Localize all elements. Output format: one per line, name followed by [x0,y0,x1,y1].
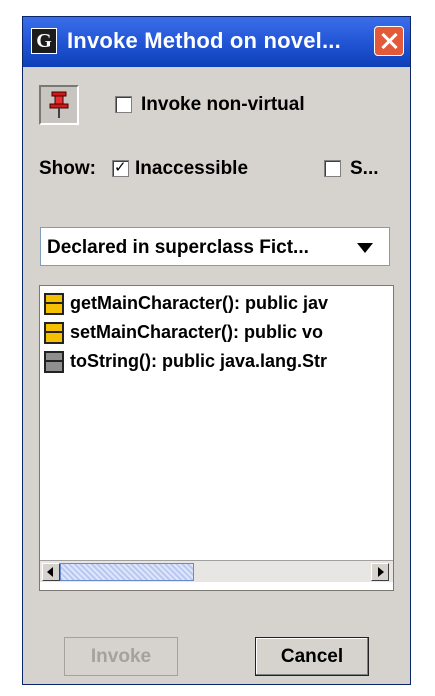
horizontal-scrollbar[interactable] [40,560,393,582]
method-gray-icon [44,351,64,373]
method-yellow-icon [44,322,64,344]
method-signature: toString(): public java.lang.Str [70,351,328,371]
invoke-nonvirtual-checkbox[interactable] [115,96,132,113]
filter-dropdown[interactable]: Declared in superclass Fict... [40,227,390,266]
cancel-button[interactable]: Cancel [255,637,369,676]
scroll-left-button[interactable] [42,563,60,581]
filter-selected-value: Declared in superclass Fict... [47,237,309,258]
pin-button[interactable] [39,85,79,125]
method-yellow-icon [44,293,64,315]
method-signature: setMainCharacter(): public vo [70,322,324,342]
inaccessible-checkbox[interactable]: ✓ [112,159,129,177]
show-label: Show: [39,158,96,179]
window-title: Invoke Method on novel... [67,28,341,53]
method-list[interactable]: getMainCharacter(): public jav setMainCh… [39,285,394,591]
scroll-thumb[interactable] [60,563,194,581]
static-label: S... [350,158,379,179]
title-bar[interactable]: G Invoke Method on novel... [23,17,410,67]
inaccessible-label: Inaccessible [135,158,249,179]
method-signature: getMainCharacter(): public jav [70,293,329,313]
check-mark-icon: ✓ [114,159,127,176]
static-checkbox[interactable] [324,160,341,177]
invoke-button[interactable]: Invoke [64,637,178,676]
invoke-method-dialog: G Invoke Method on novel... Invoke non-v… [22,16,411,685]
close-button[interactable] [374,26,404,56]
list-item[interactable]: setMainCharacter(): public vo [44,319,393,345]
app-icon: G [31,28,57,54]
list-item[interactable]: getMainCharacter(): public jav [44,290,393,316]
pushpin-icon [49,91,69,118]
dropdown-arrow-icon[interactable] [357,243,373,253]
list-item[interactable]: toString(): public java.lang.Str [44,348,393,374]
invoke-nonvirtual-label: Invoke non-virtual [141,94,305,115]
scroll-right-button[interactable] [371,563,389,581]
